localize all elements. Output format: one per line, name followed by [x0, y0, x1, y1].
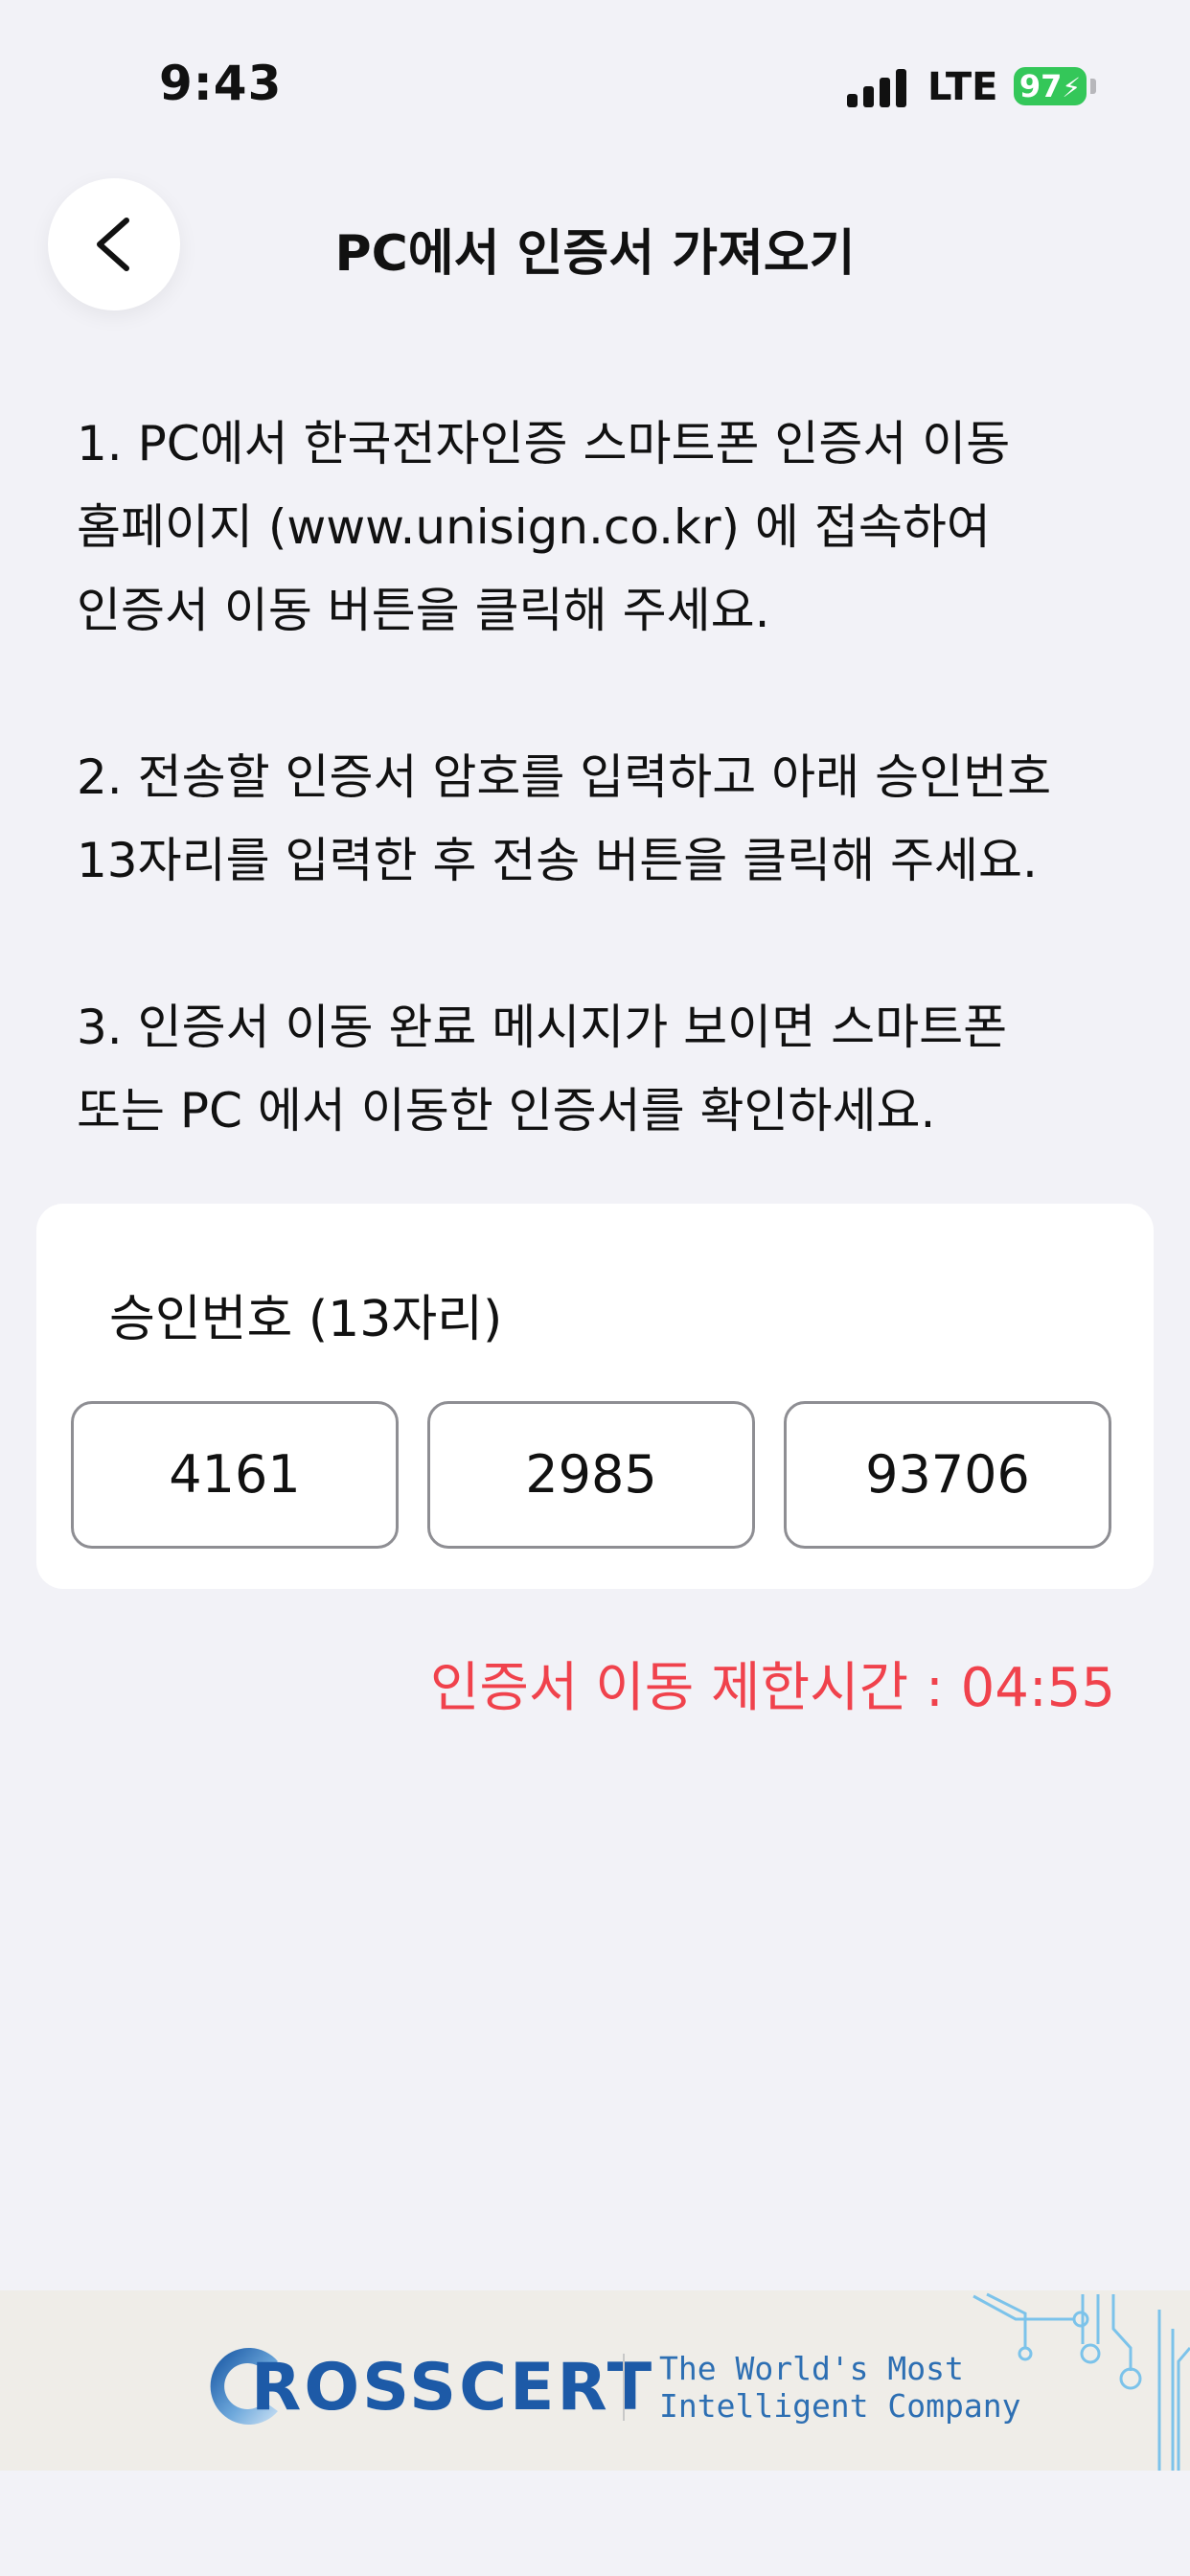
footer-banner: ROSSCERT The World's Most Intelligent Co… [0, 2290, 1190, 2471]
page-title: PC에서 인증서 가져오기 [334, 225, 856, 283]
signal-strength-icon [847, 69, 908, 107]
battery-cap [1090, 79, 1096, 94]
approval-number-label: 승인번호 (13자리) [109, 1291, 503, 1348]
approval-code-part-2: 2985 [427, 1401, 755, 1549]
approval-code-part-1: 4161 [71, 1401, 399, 1549]
circuit-decoration-icon [973, 2292, 1190, 2471]
battery-level: 97 [1018, 68, 1063, 104]
instruction-step-2: 2. 전송할 인증서 암호를 입력하고 아래 승인번호 13자리를 입력한 후 … [77, 749, 1052, 888]
instruction-step-1: 1. PC에서 한국전자인증 스마트폰 인증서 이동 홈페이지 (www.uni… [77, 416, 1011, 638]
charging-bolt-icon: ⚡ [1062, 72, 1082, 104]
approval-code-part-3: 93706 [784, 1401, 1111, 1549]
crosscert-logo-text: ROSSCERT [251, 2350, 655, 2426]
status-bar: 9:43 LTE 97⚡ [0, 0, 1190, 144]
logo-divider [623, 2354, 625, 2421]
battery-icon: 97⚡ [1014, 67, 1087, 105]
instruction-list: 1. PC에서 한국전자인증 스마트폰 인증서 이동 홈페이지 (www.uni… [77, 402, 1150, 1236]
transfer-time-limit: 인증서 이동 제한시간 : 04:55 [429, 1657, 1115, 1719]
network-type: LTE [927, 65, 998, 109]
company-slogan: The World's Most Intelligent Company [659, 2350, 1021, 2425]
instruction-step-3: 3. 인증서 이동 완료 메시지가 보이면 스마트폰 또는 PC 에서 이동한 … [77, 1000, 1008, 1138]
home-indicator-area [0, 2471, 1190, 2576]
status-time: 9:43 [159, 56, 283, 111]
approval-number-card: 승인번호 (13자리) 4161 2985 93706 [36, 1204, 1154, 1589]
